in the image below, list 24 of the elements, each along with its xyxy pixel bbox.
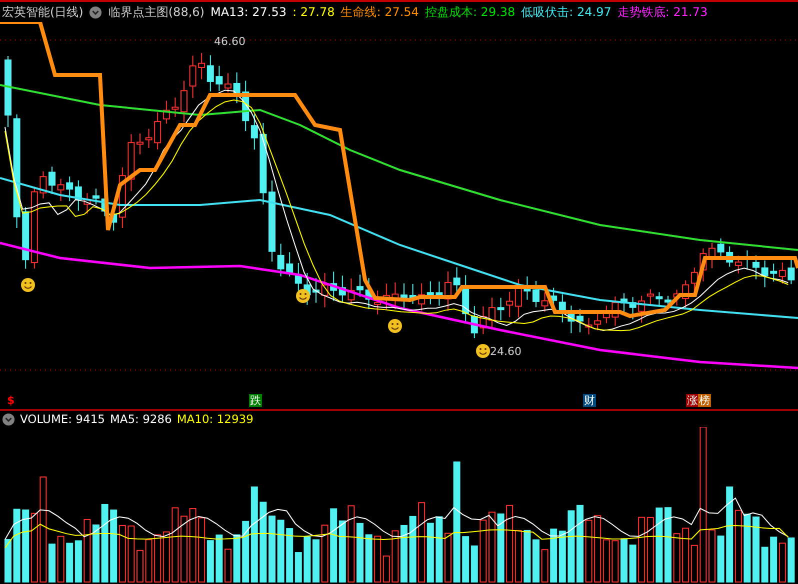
event-tag[interactable]: 榜 xyxy=(698,394,711,407)
low-price-label: 24.60 xyxy=(490,345,522,358)
volume-value: MA5: 9286 xyxy=(110,412,172,426)
indicator-value: 走势铁底: 21.73 xyxy=(617,4,708,20)
high-price-label: 46.60 xyxy=(214,35,246,48)
smiley-icon xyxy=(21,278,35,292)
signal-marker[interactable]: $ xyxy=(6,394,16,407)
indicator-value: MA13: 27.53 xyxy=(210,5,287,19)
indicator-name[interactable]: 临界点主图(88,6) xyxy=(108,4,204,20)
chevron-down-icon[interactable] xyxy=(2,412,15,426)
indicator-value: : 27.78 xyxy=(292,5,335,19)
smiley-icon xyxy=(388,319,402,333)
volume-value: MA10: 12939 xyxy=(176,412,254,426)
indicator-value: 控盘成本: 29.38 xyxy=(424,4,516,20)
event-tag[interactable]: 跌 xyxy=(249,394,262,407)
event-tag[interactable]: 财 xyxy=(583,394,596,407)
chevron-down-icon[interactable] xyxy=(89,6,102,18)
event-tag[interactable]: 涨 xyxy=(686,394,699,407)
volume-value: VOLUME: 9415 xyxy=(20,412,105,426)
smiley-icon xyxy=(296,289,310,303)
indicator-value: 低吸伏击: 24.97 xyxy=(521,4,612,20)
stock-title: 宏英智能(日线) xyxy=(2,4,84,20)
smiley-icon xyxy=(476,344,490,358)
indicator-value: 生命线: 27.54 xyxy=(340,4,419,20)
